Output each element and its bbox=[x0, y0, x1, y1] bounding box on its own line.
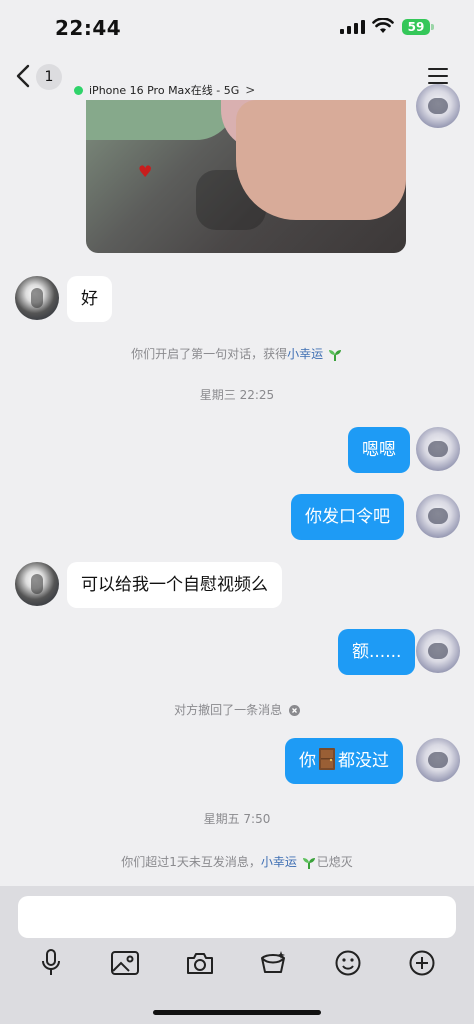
info-icon[interactable] bbox=[288, 705, 300, 716]
expired-suffix: 已熄灭 bbox=[316, 855, 353, 869]
back-icon[interactable] bbox=[14, 64, 34, 88]
red-packet-icon[interactable] bbox=[256, 946, 290, 980]
lucky-link[interactable]: 小幸运 bbox=[261, 855, 297, 869]
lucky-link[interactable]: 小幸运 bbox=[287, 347, 323, 361]
timestamp: 星期三 22:25 bbox=[199, 388, 275, 402]
message-bubble-outgoing[interactable]: 你发口令吧 bbox=[291, 494, 404, 540]
composer bbox=[0, 886, 474, 1024]
system-notice-expired: 你们超过1天未互发消息，小幸运 已熄灭 bbox=[0, 853, 474, 870]
camera-icon[interactable] bbox=[183, 946, 217, 980]
message-bubble-outgoing[interactable]: 额...... bbox=[338, 629, 416, 675]
unread-count-badge[interactable]: 1 bbox=[36, 64, 62, 90]
menu-icon[interactable] bbox=[428, 68, 448, 84]
battery-tip bbox=[431, 24, 434, 30]
message-bubble-incoming[interactable]: 可以给我一个自慰视频么 bbox=[67, 562, 282, 608]
message-text-part: 你 bbox=[299, 751, 316, 771]
contact-avatar[interactable] bbox=[15, 562, 59, 606]
door-emoji-icon bbox=[319, 748, 335, 770]
online-status-text: iPhone 16 Pro Max在线 - 5G bbox=[89, 84, 240, 97]
system-notice-text: 你们开启了第一句对话，获得 bbox=[131, 347, 288, 361]
status-bar: 22:44 59 bbox=[0, 0, 474, 52]
chevron-right-icon: > bbox=[245, 83, 256, 97]
self-avatar[interactable] bbox=[416, 738, 460, 782]
photo-hand bbox=[236, 100, 406, 220]
home-indicator bbox=[153, 1010, 321, 1015]
image-message[interactable]: ♥ bbox=[86, 100, 406, 253]
system-notice-recalled: 对方撤回了一条消息 bbox=[0, 701, 474, 718]
contact-avatar[interactable] bbox=[15, 276, 59, 320]
emoji-icon[interactable] bbox=[331, 946, 365, 980]
status-time: 22:44 bbox=[55, 16, 122, 40]
mic-icon[interactable] bbox=[34, 946, 68, 980]
cellular-signal-icon bbox=[340, 20, 365, 34]
heart-icon: ♥ bbox=[138, 162, 153, 181]
message-input[interactable] bbox=[18, 896, 456, 938]
sprout-icon bbox=[328, 349, 341, 361]
self-avatar[interactable] bbox=[416, 629, 460, 673]
image-icon[interactable] bbox=[108, 946, 142, 980]
online-dot-icon bbox=[74, 85, 83, 95]
expired-text: 你们超过1天未互发消息， bbox=[121, 855, 261, 869]
system-notice-first-chat: 你们开启了第一句对话，获得小幸运 bbox=[0, 345, 474, 362]
photo-fabric bbox=[86, 100, 236, 140]
wifi-icon bbox=[372, 18, 394, 33]
composer-toolbar bbox=[0, 946, 474, 980]
message-text-part: 都没过 bbox=[338, 751, 389, 771]
self-avatar[interactable] bbox=[416, 84, 460, 128]
plus-icon[interactable] bbox=[405, 946, 439, 980]
message-bubble-incoming[interactable]: 好 bbox=[67, 276, 112, 322]
battery-indicator: 59 bbox=[402, 19, 430, 35]
online-status[interactable]: iPhone 16 Pro Max在线 - 5G > bbox=[74, 82, 255, 98]
recalled-text: 对方撤回了一条消息 bbox=[174, 703, 283, 717]
message-bubble-outgoing[interactable]: 嗯嗯 bbox=[348, 427, 410, 473]
message-bubble-outgoing[interactable]: 你 都没过 bbox=[285, 738, 403, 784]
sprout-icon bbox=[302, 857, 315, 869]
timestamp: 星期五 7:50 bbox=[203, 812, 271, 826]
self-avatar[interactable] bbox=[416, 494, 460, 538]
self-avatar[interactable] bbox=[416, 427, 460, 471]
chat-header: 1 iPhone 16 Pro Max在线 - 5G > bbox=[0, 52, 474, 100]
